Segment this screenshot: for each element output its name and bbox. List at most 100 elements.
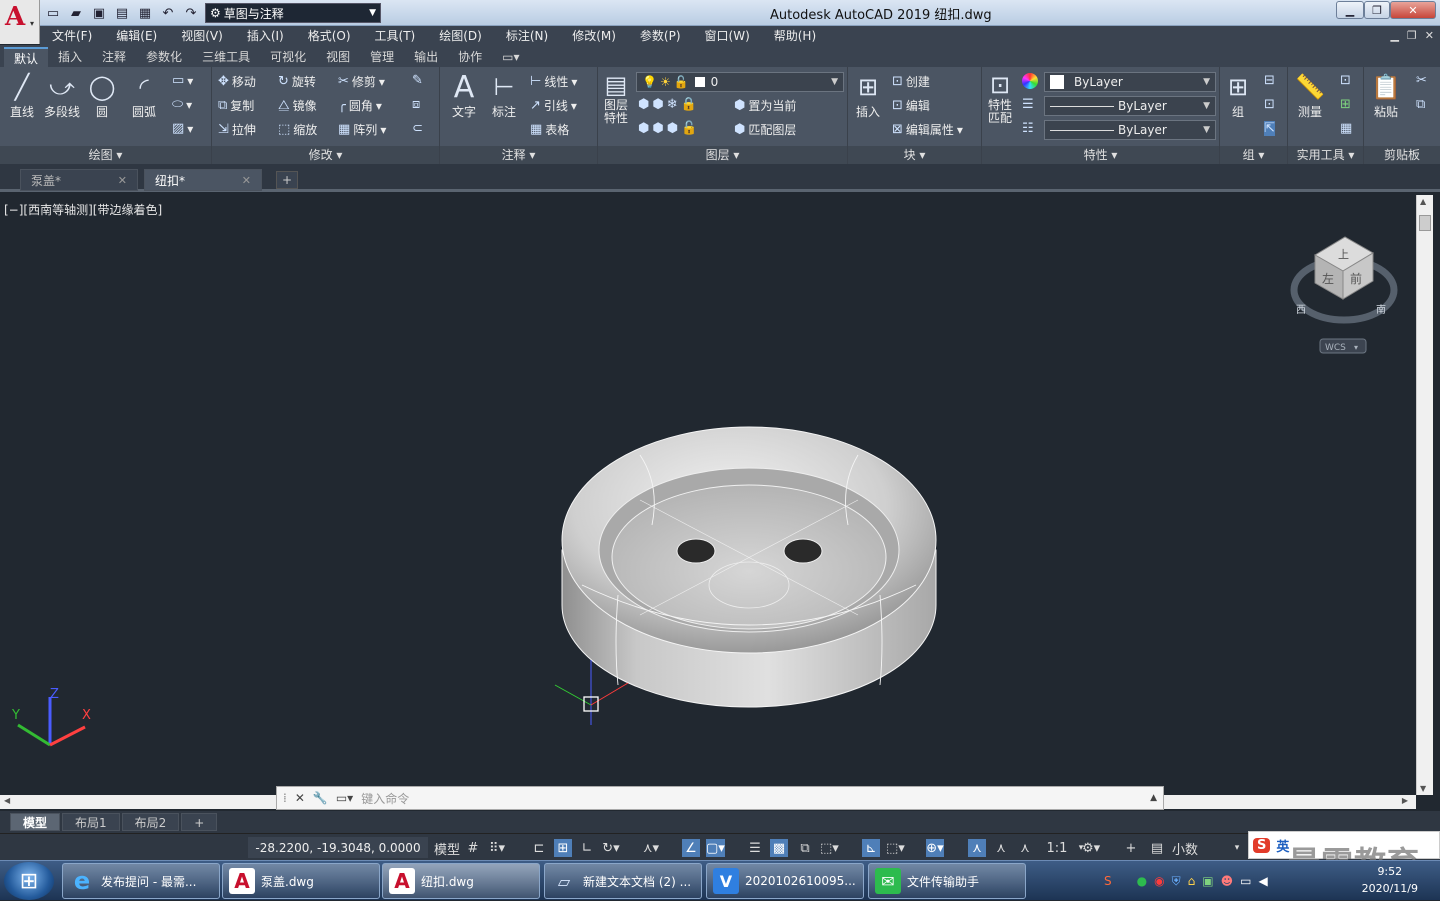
polyline-button[interactable]: ⤻ 多段线 — [44, 71, 80, 120]
text-button[interactable]: A 文字 — [448, 70, 480, 120]
polar-tracking-icon[interactable]: ↻▾ — [602, 839, 620, 857]
scale-button[interactable]: ⬚ 缩放 — [278, 121, 317, 138]
draw-panel-title[interactable]: 绘图 ▾ — [0, 146, 211, 164]
leader-button[interactable]: ↗ 引线 ▾ — [530, 97, 577, 114]
circle-button[interactable]: ◯ 圆 — [86, 71, 118, 120]
save-as-icon[interactable]: ▤ — [113, 4, 131, 22]
print-icon[interactable]: ▦ — [136, 4, 154, 22]
weibo-tray-icon[interactable]: ◉ — [1154, 874, 1164, 888]
auto-scale-icon[interactable]: ⋏ — [992, 839, 1010, 857]
utilities-panel-title[interactable]: 实用工具 ▾ — [1288, 146, 1363, 164]
dimension-button[interactable]: ⊢ 标注 — [488, 71, 520, 120]
taskbar-item-video[interactable]: V 2020102610095... — [706, 863, 864, 899]
scroll-thumb[interactable] — [1419, 215, 1431, 231]
explode-button[interactable]: ⧈ — [412, 97, 420, 112]
annotation-scale-icon[interactable]: ⋏ — [1016, 839, 1034, 857]
model-space-toggle[interactable]: 模型 — [434, 839, 460, 858]
gizmo-icon[interactable]: ⊕▾ — [926, 839, 944, 857]
cut-button[interactable]: ✂ — [1416, 73, 1427, 88]
quick-select-button[interactable]: ⊡ — [1340, 73, 1351, 88]
paste-button[interactable]: 📋 粘贴 — [1370, 71, 1402, 120]
match-layer-button[interactable]: ⬢ 匹配图层 — [734, 121, 796, 138]
redo-icon[interactable]: ↷ — [182, 4, 200, 22]
object-snap-icon[interactable]: ▢▾ — [706, 839, 725, 857]
taskbar-item-niukou[interactable]: A 纽扣.dwg — [382, 863, 540, 899]
layer-tools-row-2[interactable]: ⬢ ⬢ ⬢ 🔓 — [638, 121, 697, 136]
arc-button[interactable]: ◜ 圆弧 — [128, 71, 160, 120]
doc-minimize-button[interactable]: ▁ — [1390, 29, 1398, 42]
ortho-icon[interactable]: ∟ — [578, 839, 596, 857]
shield-icon[interactable]: ⛨ — [1172, 874, 1181, 889]
create-block-button[interactable]: ⊡ 创建 — [892, 73, 930, 90]
menu-window[interactable]: 窗口(W) — [693, 27, 762, 44]
command-history-toggle[interactable]: ▲ — [1150, 793, 1157, 803]
copy-clip-button[interactable]: ⧉ — [1416, 97, 1425, 112]
layer-tools-row-1[interactable]: ⬢ ⬢ ❄ 🔒 — [638, 97, 697, 112]
doc-tab-niukou[interactable]: 纽扣* ✕ — [144, 169, 262, 191]
layout-tab-2[interactable]: 布局2 — [121, 813, 180, 831]
edit-block-button[interactable]: ⊡ 编辑 — [892, 97, 930, 114]
layer-properties-button[interactable]: ▤ 图层 特性 — [600, 71, 632, 125]
vertical-scrollbar[interactable]: ▲ ▼ — [1416, 195, 1433, 795]
doc-close-button[interactable]: ✕ — [1425, 29, 1434, 42]
wechat-tray-icon[interactable]: ● — [1137, 874, 1147, 888]
copy-button[interactable]: ⧉ 复制 — [218, 97, 254, 114]
selection-cycling-icon[interactable]: ⧉ — [796, 839, 814, 857]
table-button[interactable]: ▦ 表格 — [530, 121, 569, 138]
open-folder-icon[interactable]: ▰ — [67, 4, 85, 22]
fillet-button[interactable]: ╭ 圆角 ▾ — [338, 97, 382, 114]
transparency-icon[interactable]: ▩ — [770, 839, 788, 857]
drag-handle[interactable]: ⁞ — [283, 791, 287, 805]
calculator-button[interactable]: ▦ — [1340, 121, 1352, 136]
linetype-button[interactable]: ☷ — [1022, 121, 1034, 136]
tab-default[interactable]: 默认 — [4, 47, 49, 67]
units-icon[interactable]: ▤ — [1148, 839, 1166, 857]
tab-annotate[interactable]: 注释 — [92, 47, 136, 67]
layout-tab-1[interactable]: 布局1 — [62, 813, 120, 831]
color-wheel-button[interactable] — [1022, 73, 1038, 89]
close-icon[interactable]: ✕ — [118, 174, 127, 187]
hatch-button[interactable]: ▨ ▾ — [172, 121, 193, 136]
wrench-icon[interactable]: 🔧 — [313, 791, 328, 805]
mirror-button[interactable]: ⧋ 镜像 — [278, 97, 317, 114]
group-edit-button[interactable]: ⊡ — [1264, 97, 1275, 112]
select-all-button[interactable]: ⊞ — [1340, 97, 1351, 112]
group-selection-toggle[interactable]: ⇱ — [1264, 121, 1275, 136]
infer-constraints-icon[interactable]: ⊏ — [530, 839, 548, 857]
scroll-right-icon[interactable]: ▶ — [1402, 796, 1408, 805]
doc-restore-button[interactable]: ❐ — [1407, 29, 1417, 42]
grid-icon[interactable]: # — [464, 839, 482, 857]
edit-attribute-button[interactable]: ⊠ 编辑属性 ▾ — [892, 121, 963, 138]
menu-insert[interactable]: 插入(I) — [235, 27, 296, 44]
scroll-down-icon[interactable]: ▼ — [1420, 784, 1426, 793]
command-input[interactable]: 键入命令 — [361, 790, 409, 807]
annotation-scale-dropdown[interactable]: 1:1 — [1042, 839, 1072, 857]
gear-icon[interactable]: ⚙▾ — [1082, 839, 1100, 857]
wcs-menu[interactable]: WCS — [1325, 343, 1346, 353]
start-button[interactable]: ⊞ — [4, 862, 54, 900]
menu-dimension[interactable]: 标注(N) — [494, 27, 560, 44]
groups-panel-title[interactable]: 组 ▾ — [1220, 146, 1287, 164]
qq-icon[interactable]: ☻ — [1221, 874, 1234, 888]
group-button[interactable]: ⊞ 组 — [1222, 71, 1254, 120]
display-icon[interactable]: ▭ — [1240, 874, 1251, 888]
taskbar-item-wechat[interactable]: ✉ 文件传输助手 — [868, 863, 1026, 899]
network-icon[interactable]: ⌂ — [1188, 874, 1196, 888]
layout-tab-model[interactable]: 模型 — [10, 813, 61, 831]
menu-tools[interactable]: 工具(T) — [363, 27, 428, 44]
tab-collaborate[interactable]: 协作 — [448, 47, 492, 67]
trim-button[interactable]: ✂ 修剪 ▾ — [338, 73, 385, 90]
object-snap-tracking-icon[interactable]: ∠ — [682, 839, 700, 857]
lineweight-display-icon[interactable]: ☰ — [746, 839, 764, 857]
close-button[interactable]: ✕ — [1390, 1, 1436, 19]
set-current-layer-button[interactable]: ⬢ 置为当前 — [734, 97, 796, 114]
selection-filter-icon[interactable]: ⬚▾ — [886, 839, 905, 857]
close-icon[interactable]: ✕ — [242, 174, 251, 187]
annotation-panel-title[interactable]: 注释 ▾ — [440, 146, 597, 164]
lineweight-dropdown[interactable]: ByLayer ▼ — [1044, 120, 1216, 140]
scroll-left-icon[interactable]: ◀ — [4, 796, 10, 805]
menu-view[interactable]: 视图(V) — [169, 27, 235, 44]
add-layout-button[interactable]: + — [181, 813, 218, 831]
tab-view[interactable]: 视图 — [316, 47, 360, 67]
new-tab-button[interactable]: + — [276, 171, 298, 189]
